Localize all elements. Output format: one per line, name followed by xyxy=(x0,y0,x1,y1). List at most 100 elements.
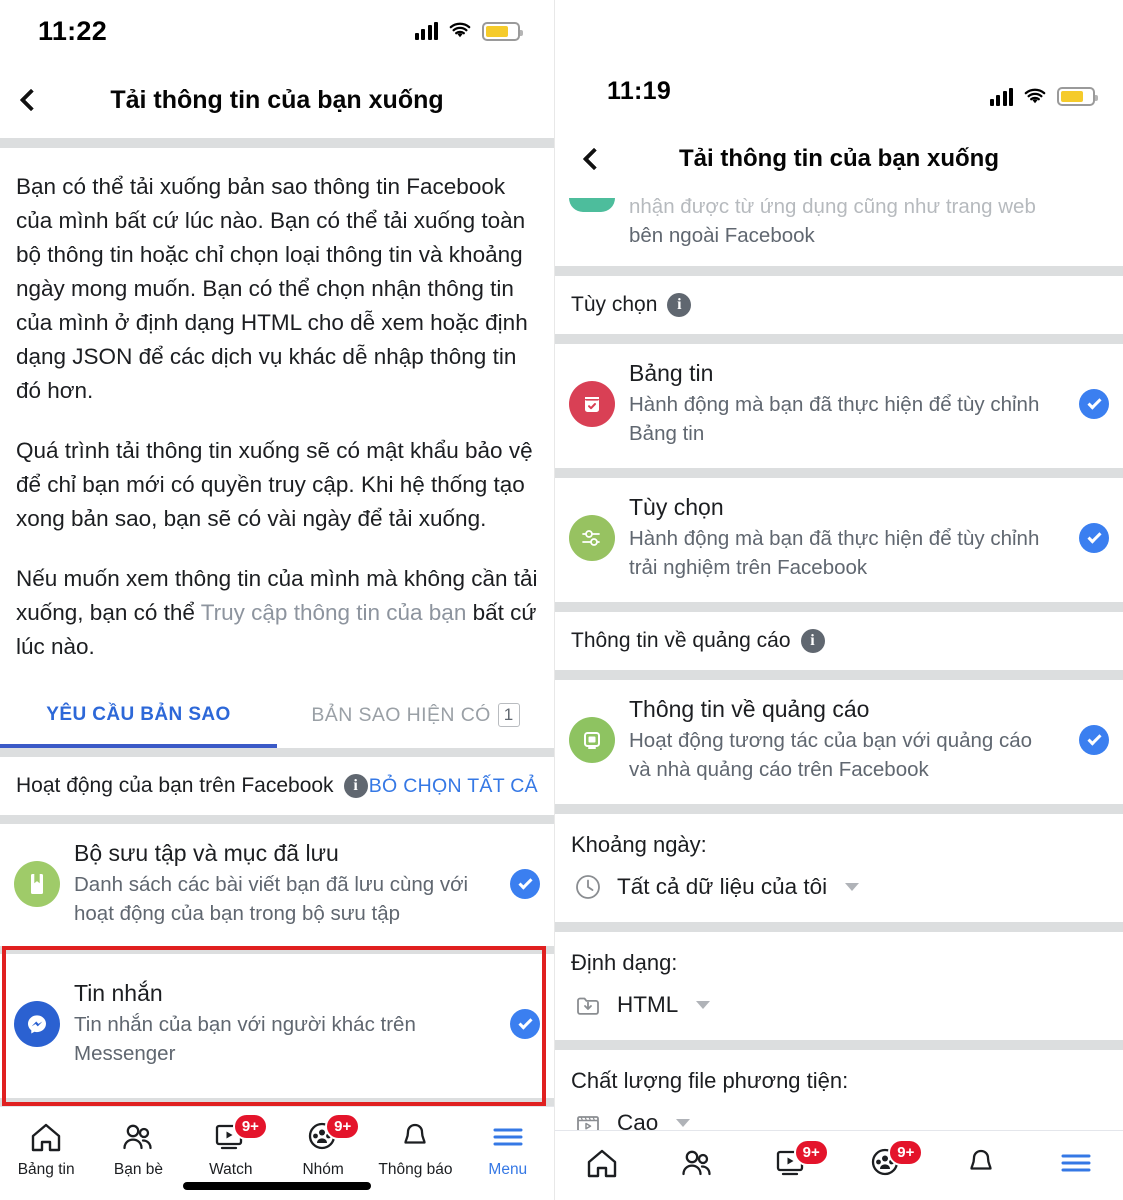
activity-section-title-group: Hoạt động của bạn trên Facebook i xyxy=(16,774,368,798)
friends-icon xyxy=(682,1150,711,1176)
nav-tab-news-feed[interactable]: Bảng tin xyxy=(4,1121,88,1179)
deselect-all-button[interactable]: BỎ CHỌN TẤT CẢ xyxy=(369,775,538,798)
option-value-row[interactable]: Cao xyxy=(571,1108,1107,1130)
list-item-body: Tin nhắn Tin nhắn của bạn với người khác… xyxy=(74,980,490,1068)
list-item[interactable]: Bộ sưu tập và mục đã lưu Danh sách các b… xyxy=(0,824,554,946)
nav-tab-menu[interactable] xyxy=(1034,1147,1118,1179)
nav-header: Tải thông tin của bạn xuống xyxy=(0,62,554,138)
home-indicator xyxy=(183,1182,371,1190)
section-divider xyxy=(555,1040,1123,1050)
section-divider xyxy=(0,946,554,954)
checkbox-checked[interactable] xyxy=(510,1009,540,1039)
intro-paragraph-1: Bạn có thể tải xuống bản sao thông tin F… xyxy=(16,174,528,403)
friends-icon xyxy=(123,1124,153,1150)
nav-tab-menu[interactable]: Menu xyxy=(466,1121,550,1179)
scroll-content[interactable]: Bạn có thể tải xuống bản sao thông tin F… xyxy=(0,148,554,1106)
nav-tab-news-feed[interactable] xyxy=(560,1147,644,1179)
section-divider xyxy=(0,138,554,148)
option-date-range[interactable]: Khoảng ngày: Tất cả dữ liệu của tôi xyxy=(555,814,1123,922)
option-label: Định dạng: xyxy=(571,950,678,975)
option-value: Cao xyxy=(617,1110,659,1130)
list-item-body: Bảng tin Hành động mà bạn đã thực hiện đ… xyxy=(629,360,1059,448)
back-button[interactable] xyxy=(555,147,633,171)
wifi-icon xyxy=(448,22,472,40)
option-media-quality[interactable]: Chất lượng file phương tiện: Cao xyxy=(555,1050,1123,1130)
hamburger-menu-icon xyxy=(1061,1154,1091,1172)
tab-bar: YÊU CẦU BẢN SAO BẢN SAO HIỆN CÓ 1 xyxy=(0,682,554,748)
tab-available-copies-label: BẢN SAO HIỆN CÓ xyxy=(311,703,491,726)
list-item-title: Bảng tin xyxy=(629,360,714,386)
option-value-row[interactable]: HTML xyxy=(571,990,1107,1020)
nav-tab-friends[interactable] xyxy=(655,1147,739,1179)
access-your-information-link[interactable]: Truy cập thông tin của bạn xyxy=(201,600,467,625)
tab-request-copy[interactable]: YÊU CẦU BẢN SAO xyxy=(0,682,277,748)
section-divider xyxy=(555,334,1123,344)
ads-section-title: Thông tin về quảng cáo xyxy=(571,629,791,652)
section-divider xyxy=(555,670,1123,680)
list-item-partial[interactable]: nhận được từ ứng dụng cũng như trang web… xyxy=(555,198,1123,266)
info-icon[interactable]: i xyxy=(667,293,692,317)
list-item-body: Tùy chọn Hành động mà bạn đã thực hiện đ… xyxy=(629,494,1059,582)
cellular-signal-icon xyxy=(989,87,1013,106)
back-button[interactable] xyxy=(0,88,62,112)
nav-tab-friends[interactable]: Bạn bè xyxy=(96,1121,180,1179)
list-item[interactable]: Tin nhắn Tin nhắn của bạn với người khác… xyxy=(0,954,554,1098)
checkbox-checked[interactable] xyxy=(1079,725,1109,755)
list-item-body: Thông tin về quảng cáo Hoạt động tương t… xyxy=(629,696,1059,784)
nav-tab-groups[interactable]: 9+ xyxy=(844,1139,928,1179)
option-label: Khoảng ngày: xyxy=(571,832,707,857)
list-item-body: Bộ sưu tập và mục đã lưu Danh sách các b… xyxy=(74,840,490,928)
list-item-desc-line2: bên ngoài Facebook xyxy=(629,224,815,247)
intro-paragraph-2: Quá trình tải thông tin xuống sẽ có mật … xyxy=(16,438,533,531)
status-icons xyxy=(989,87,1098,106)
ads-section-header: Thông tin về quảng cáo i xyxy=(555,612,1123,670)
messenger-icon xyxy=(14,1001,60,1047)
info-icon[interactable]: i xyxy=(343,774,368,798)
scroll-content[interactable]: nhận được từ ứng dụng cũng như trang web… xyxy=(555,198,1123,1130)
list-item-desc: Hành động mà bạn đã thực hiện để tùy chỉ… xyxy=(629,393,1040,445)
bottom-navigation-bar: 9+ 9+ xyxy=(555,1130,1123,1200)
status-icons xyxy=(414,21,523,41)
clock-icon xyxy=(576,875,600,899)
cellular-signal-icon xyxy=(414,22,438,40)
right-phone-screen: 11:19 Tải thông tin của bạn xuống nhận đ… xyxy=(554,0,1123,1200)
tab-request-copy-label: YÊU CẦU BẢN SAO xyxy=(46,704,231,725)
nav-tab-label: Watch xyxy=(209,1161,253,1178)
download-folder-icon xyxy=(577,997,599,1015)
options-section-title: Tùy chọn xyxy=(571,293,658,316)
section-divider xyxy=(555,468,1123,478)
list-item-body: nhận được từ ứng dụng cũng như trang web… xyxy=(629,198,1109,250)
ads-icon xyxy=(569,717,615,763)
nav-tab-watch[interactable]: 9+ Watch xyxy=(189,1113,273,1179)
option-format[interactable]: Định dạng: HTML xyxy=(555,932,1123,1040)
preferences-icon xyxy=(569,515,615,561)
list-item-desc-line1: nhận được từ ứng dụng cũng như trang web xyxy=(629,198,1036,218)
list-item-title: Tin nhắn xyxy=(74,980,163,1006)
intro-paragraph-3: Nếu muốn xem thông tin của mình mà không… xyxy=(16,562,538,664)
checkbox-checked[interactable] xyxy=(510,869,540,899)
nav-tab-label: Thông báo xyxy=(378,1161,453,1178)
ads-section-title-group: Thông tin về quảng cáo i xyxy=(571,629,825,653)
nav-tab-notifications[interactable]: Thông báo xyxy=(373,1121,457,1179)
list-item[interactable]: Bảng tin Hành động mà bạn đã thực hiện đ… xyxy=(555,344,1123,468)
nav-tab-groups[interactable]: 9+ Nhóm xyxy=(281,1113,365,1179)
section-divider xyxy=(0,815,554,824)
nav-tab-watch[interactable]: 9+ xyxy=(750,1139,834,1179)
section-divider xyxy=(0,1098,554,1106)
info-icon[interactable]: i xyxy=(800,629,825,653)
bookmark-icon xyxy=(14,861,60,907)
checkbox-checked[interactable] xyxy=(1079,523,1109,553)
tab-available-copies[interactable]: BẢN SAO HIỆN CÓ 1 xyxy=(277,682,554,748)
screenshot-root: 11:22 Tải thông tin của bạn xuống Bạn có… xyxy=(0,0,1123,1200)
bottom-navigation-bar: Bảng tin Bạn bè 9+ Watch 9+ Nhóm Thông b… xyxy=(0,1106,554,1200)
activity-section-title: Hoạt động của bạn trên Facebook xyxy=(16,774,334,797)
hamburger-menu-icon xyxy=(493,1128,523,1146)
list-item[interactable]: Tùy chọn Hành động mà bạn đã thực hiện đ… xyxy=(555,478,1123,602)
list-item-desc: Hành động mà bạn đã thực hiện để tùy chỉ… xyxy=(629,527,1040,579)
bell-icon xyxy=(404,1123,427,1144)
option-value-row[interactable]: Tất cả dữ liệu của tôi xyxy=(571,872,1107,902)
checkbox-checked[interactable] xyxy=(1079,389,1109,419)
nav-tab-notifications[interactable] xyxy=(939,1147,1023,1179)
list-item[interactable]: Thông tin về quảng cáo Hoạt động tương t… xyxy=(555,680,1123,804)
option-label: Chất lượng file phương tiện: xyxy=(571,1068,849,1093)
